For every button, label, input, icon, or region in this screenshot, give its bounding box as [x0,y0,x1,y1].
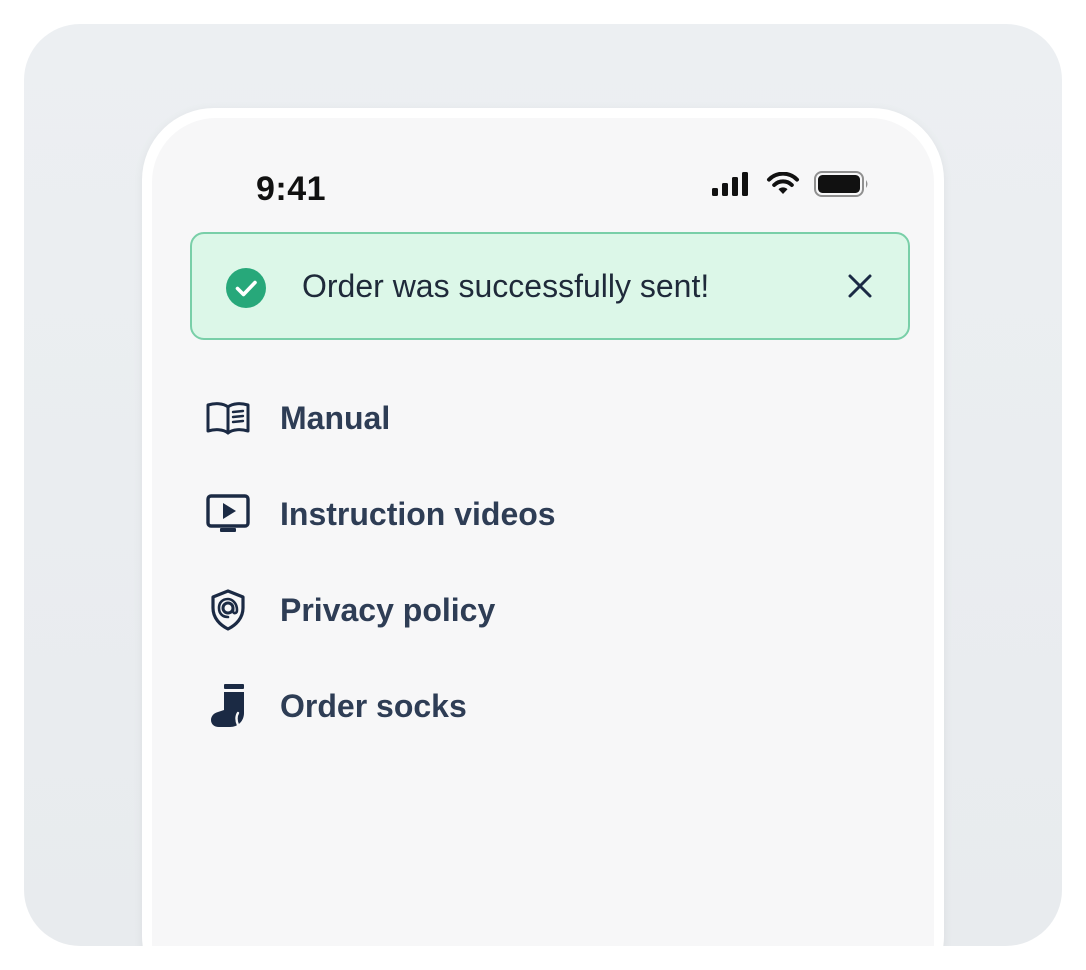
menu-item-label: Order socks [280,687,467,724]
wifi-icon [766,171,800,201]
menu-list: Manual Instruction videos Privacy policy… [204,370,844,754]
sock-icon [204,682,252,730]
battery-icon [814,170,870,202]
cellular-signal-icon [712,171,752,201]
video-player-icon [204,490,252,538]
menu-item-privacy-policy[interactable]: Privacy policy [204,562,844,658]
menu-item-label: Manual [280,399,391,436]
phone-frame: 9:41 Order was successfully sent! Manual… [142,108,944,946]
menu-item-label: Privacy policy [280,591,496,628]
status-time: 9:41 [256,170,327,208]
menu-item-instruction-videos[interactable]: Instruction videos [204,466,844,562]
close-icon[interactable] [846,272,874,300]
menu-item-manual[interactable]: Manual [204,370,844,466]
background-panel: 9:41 Order was successfully sent! Manual… [24,24,1062,946]
book-icon [204,394,252,442]
phone-screen: 9:41 Order was successfully sent! Manual… [152,118,934,946]
menu-item-order-socks[interactable]: Order socks [204,658,844,754]
status-bar: 9:41 [152,118,934,238]
success-toast: Order was successfully sent! [190,232,910,340]
check-circle-icon [226,268,266,308]
toast-message: Order was successfully sent! [302,268,710,304]
privacy-shield-icon [204,586,252,634]
status-icons [712,170,870,202]
menu-item-label: Instruction videos [280,495,556,532]
